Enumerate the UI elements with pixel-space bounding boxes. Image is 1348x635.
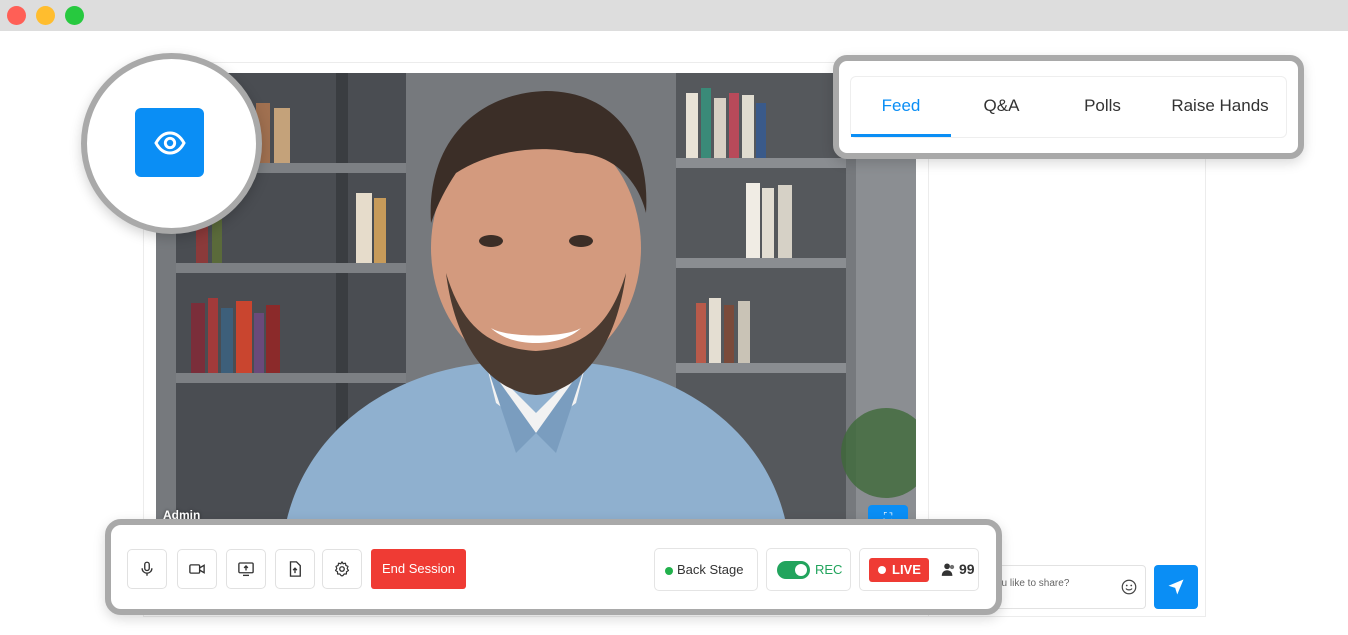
chat-message-box — [985, 565, 1146, 609]
record-label: REC — [815, 562, 843, 577]
viewer-count: 99 — [940, 549, 975, 590]
microphone-icon — [141, 561, 153, 576]
view-toggle-button[interactable] — [135, 108, 204, 177]
status-dot — [665, 567, 673, 575]
screen-share-icon — [238, 562, 254, 577]
window-minimize-button[interactable] — [36, 6, 55, 25]
screen-share-button[interactable] — [226, 549, 266, 589]
back-stage-button[interactable]: Back Stage — [654, 548, 758, 591]
send-icon — [1168, 579, 1184, 595]
end-session-button[interactable]: End Session — [371, 549, 466, 589]
live-badge[interactable]: LIVE — [869, 558, 929, 582]
file-upload-button[interactable] — [275, 549, 315, 589]
speaker-video-frame — [156, 73, 916, 523]
video-feed — [156, 73, 916, 523]
viewer-count-value: 99 — [959, 561, 975, 577]
record-toggle[interactable] — [777, 561, 810, 579]
record-control: REC — [766, 548, 851, 591]
users-icon — [941, 563, 955, 576]
settings-icon — [334, 561, 350, 577]
camera-button[interactable] — [177, 549, 217, 589]
microphone-button[interactable] — [127, 549, 167, 589]
eye-icon — [153, 131, 186, 154]
settings-button[interactable] — [322, 549, 362, 589]
file-upload-icon — [289, 561, 301, 577]
tab-feed[interactable]: Feed — [851, 77, 951, 137]
window-close-button[interactable] — [7, 6, 26, 25]
window-maximize-button[interactable] — [65, 6, 84, 25]
back-stage-label: Back Stage — [677, 562, 744, 577]
send-message-button[interactable] — [1154, 565, 1198, 609]
window-titlebar — [0, 0, 1348, 31]
smile-icon[interactable] — [1120, 578, 1138, 596]
side-panel-tabs: Feed Q&A Polls Raise Hands — [850, 76, 1287, 138]
tab-qa[interactable]: Q&A — [951, 77, 1052, 137]
camera-icon — [189, 564, 205, 574]
live-status: LIVE 99 — [859, 548, 979, 591]
active-tab-indicator — [851, 134, 951, 137]
chat-message-input[interactable] — [996, 578, 1116, 589]
tab-polls[interactable]: Polls — [1052, 77, 1153, 137]
tab-raise-hands[interactable]: Raise Hands — [1153, 77, 1287, 137]
